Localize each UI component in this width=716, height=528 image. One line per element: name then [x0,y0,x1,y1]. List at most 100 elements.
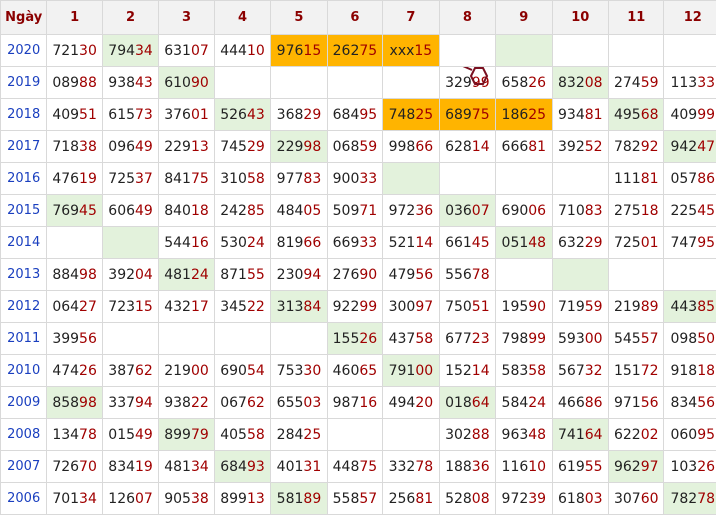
result-value: 01549 [108,426,153,443]
result-value: 21989 [613,298,659,315]
result-value: 10326 [670,458,716,475]
result-cell: 65503 [270,386,328,419]
day-header: 12 [663,0,716,35]
result-cell: 30097 [382,290,440,323]
result-value: 72130 [52,42,97,59]
result-value: 72501 [613,234,659,251]
result-cell: 93481 [551,98,610,131]
result-value: 72670 [52,458,97,475]
result-cell [382,162,440,195]
result-value: 50971 [332,202,378,219]
result-cell: 21989 [608,290,665,323]
result-cell: 06762 [213,386,272,419]
result-value: 15172 [613,362,659,379]
year-cell: 2019 [0,66,48,99]
result-value: 43758 [388,330,434,347]
result-cell: 54557 [608,322,665,355]
result-cell: 79100 [382,354,440,387]
result-value: 44385 [670,298,716,315]
table-row: 2016 47619 72537 84175 31058 97783 90033 11181 0… [0,162,716,195]
header-row: Ngày 1 2 3 4 5 6 7 8 9 10 11 12 [0,0,716,35]
result-cell: 11610 [495,450,553,483]
result-value: 65826 [501,74,547,91]
result-value: 71959 [558,298,603,315]
result-value: 46686 [558,394,603,411]
result-value: 70134 [52,490,97,507]
result-value: 48124 [164,266,209,283]
result-value: 54416 [164,234,209,251]
result-cell: 47619 [46,162,103,195]
result-cell: 96348 [495,418,553,451]
result-cell: 61803 [551,482,610,515]
result-cell: 63229 [551,226,610,259]
result-value: 38762 [108,362,153,379]
result-cell: 97615 [270,34,328,67]
result-cell: 48134 [158,450,215,483]
result-value: 11181 [613,170,659,187]
result-cell: 22998 [270,130,328,163]
table-row: 2007 72670 83419 48134 68493 40131 44875 33278 1… [0,450,716,483]
table-row: 2017 71838 09649 22913 74529 22998 06859 99866 6… [0,130,716,163]
day-header: 4 [213,0,272,35]
result-value: 06762 [220,394,265,411]
result-cell: 23094 [270,258,328,291]
result-cell: 60649 [101,194,160,227]
result-value: 60649 [108,202,153,219]
result-value: 59300 [558,330,603,347]
result-cell: 76945 [46,194,103,227]
result-value: 66145 [445,234,490,251]
result-value: 84018 [164,202,209,219]
result-value: 06859 [332,138,378,155]
result-value: 22913 [164,138,209,155]
year-cell: 2016 [0,162,48,195]
table-row: 2006 70134 12607 90538 89913 58189 55857 25681 5… [0,482,716,515]
result-value: 09850 [670,330,716,347]
result-value: 67723 [445,330,490,347]
result-cell: 63107 [158,34,215,67]
result-value: 27459 [613,74,659,91]
result-cell: 09649 [101,130,160,163]
result-value: 96348 [501,426,547,443]
result-cell: 27518 [608,194,665,227]
result-value: 24285 [220,202,265,219]
result-cell [438,34,497,67]
result-cell: 27459 [608,66,665,99]
result-value: 18836 [445,458,490,475]
result-value: 31058 [220,170,265,187]
result-value: 61803 [558,490,603,507]
result-cell: 28425 [270,418,328,451]
result-value: 90538 [164,490,209,507]
result-cell: 75051 [438,290,497,323]
result-cell: 58424 [495,386,553,419]
year-cell: 2007 [0,450,48,483]
result-cell [382,418,440,451]
result-value: 05148 [501,234,547,251]
result-value: 52114 [388,234,434,251]
result-cell: 71838 [46,130,103,163]
table-row: 2010 47426 38762 21900 69054 75330 46065 79100 1… [0,354,716,387]
result-value: 39252 [558,138,603,155]
result-cell: 44410 [213,34,272,67]
result-value: 37601 [164,106,209,123]
result-cell [213,322,272,355]
result-cell [213,66,272,99]
result-cell: 68975 [438,98,497,131]
result-value: 08988 [52,74,97,91]
result-cell: 31384 [270,290,328,323]
result-value: 83419 [108,458,153,475]
result-value: 62202 [613,426,659,443]
day-header: 6 [326,0,384,35]
result-value: 11333 [670,74,716,91]
result-value: 66681 [501,138,547,155]
result-cell: 55678 [438,258,497,291]
result-value: 81966 [276,234,322,251]
table-row: 2020 72130 79434 63107 44410 97615 26275 xxx15 [0,34,716,67]
result-value: 44875 [332,458,378,475]
table-row: 2012 06427 72315 43217 34522 31384 92299 30097 7… [0,290,716,323]
result-cell: 68493 [213,450,272,483]
result-value: 30288 [445,426,490,443]
result-cell: 39204 [101,258,160,291]
result-value: 27690 [332,266,378,283]
day-header: 3 [158,0,215,35]
result-value: 58189 [276,490,322,507]
